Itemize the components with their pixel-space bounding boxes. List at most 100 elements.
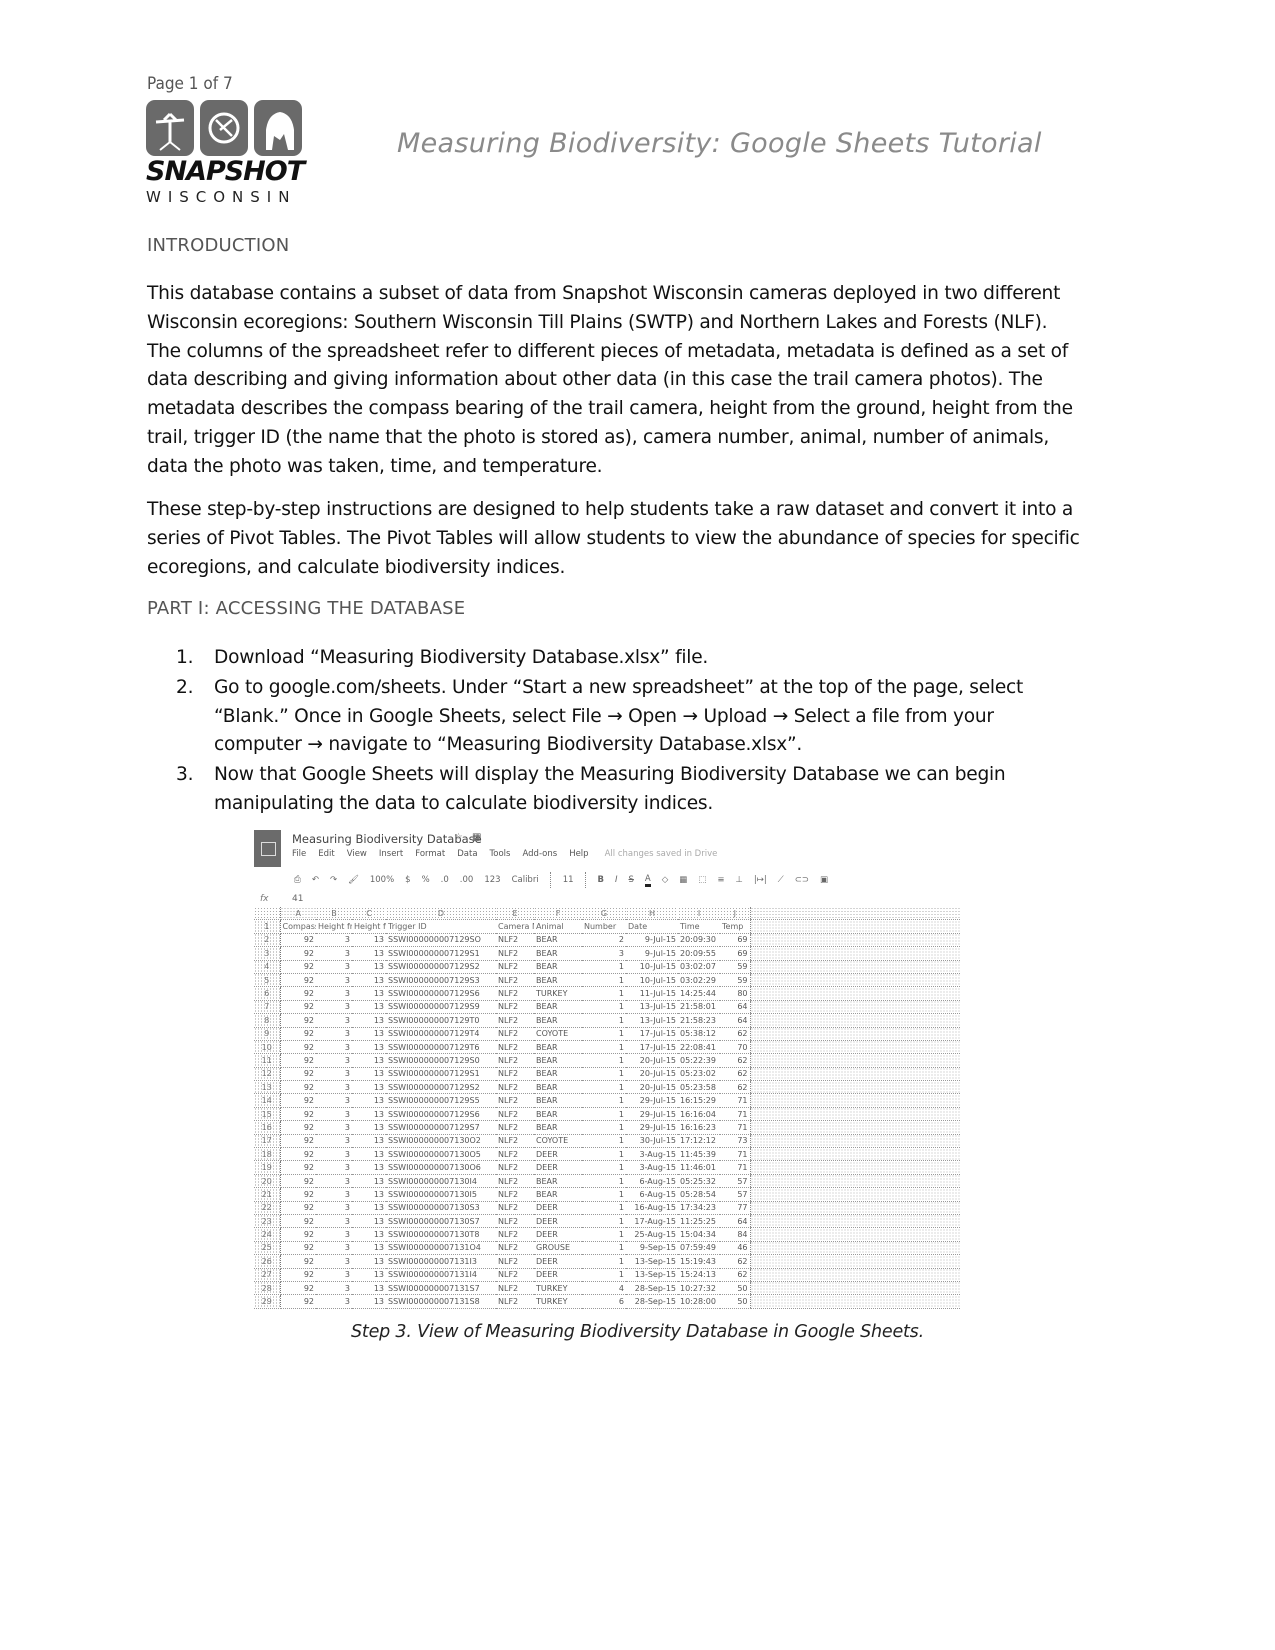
cell[interactable]: SSWI000000007129S7 — [386, 1120, 496, 1135]
cell[interactable]: 92 — [280, 1080, 316, 1095]
cell[interactable]: BEAR — [534, 1080, 582, 1095]
cell[interactable]: BEAR — [534, 1013, 582, 1028]
text-color-button[interactable]: A — [644, 874, 651, 887]
cell[interactable]: TURKEY — [534, 986, 582, 1001]
cell[interactable]: 1 — [582, 960, 626, 974]
cell[interactable]: BEAR — [534, 1093, 582, 1108]
cell[interactable]: 92 — [280, 1268, 316, 1282]
cell[interactable]: 03:02:07 — [678, 960, 720, 974]
cell[interactable]: 13 — [352, 986, 386, 1001]
cell[interactable]: 28-Sep-15 — [626, 1294, 678, 1309]
cell[interactable]: 1 — [582, 1053, 626, 1068]
cell[interactable]: 21:58:01 — [678, 1000, 720, 1015]
cell[interactable]: NLF2 — [496, 1093, 534, 1108]
cell[interactable]: NLF2 — [496, 1107, 534, 1122]
cell[interactable]: 1 — [582, 1254, 626, 1269]
row-number[interactable]: 2 — [254, 933, 281, 948]
cell[interactable]: 29-Jul-15 — [626, 1093, 678, 1108]
header-cell[interactable]: Trigger ID — [386, 919, 496, 934]
cell[interactable]: SSWI000000007129S2 — [386, 960, 496, 974]
cell[interactable]: 1 — [582, 1227, 626, 1242]
cell[interactable]: 13 — [352, 1080, 386, 1095]
cell[interactable]: 1 — [582, 986, 626, 1001]
column-letter[interactable]: J — [720, 907, 750, 921]
cell[interactable]: 15:24:13 — [678, 1268, 720, 1282]
row-number[interactable]: 16 — [254, 1120, 281, 1135]
row-number[interactable]: 26 — [254, 1254, 281, 1269]
cell[interactable]: 62 — [720, 1027, 750, 1041]
cell[interactable]: SSWI000000007129S0 — [386, 1053, 496, 1068]
cell[interactable]: 9-Jul-15 — [626, 946, 678, 961]
cell[interactable]: SSWI000000007130S7 — [386, 1214, 496, 1229]
more-formats-button[interactable]: 123 — [484, 875, 500, 885]
cell[interactable]: 1 — [582, 1107, 626, 1122]
cell[interactable]: 17:12:12 — [678, 1134, 720, 1149]
cell[interactable]: BEAR — [534, 960, 582, 974]
cell[interactable]: 29-Jul-15 — [626, 1120, 678, 1135]
cell[interactable]: 1 — [582, 1120, 626, 1135]
cell[interactable]: 20-Jul-15 — [626, 1067, 678, 1082]
cell[interactable]: 3 — [316, 1201, 352, 1215]
cell[interactable]: SSWI000000007130I4 — [386, 1174, 496, 1189]
cell[interactable]: 13 — [352, 1281, 386, 1296]
cell[interactable]: SSWI000000007131I3 — [386, 1254, 496, 1269]
row-number[interactable]: 28 — [254, 1281, 281, 1296]
cell[interactable]: 1 — [582, 1214, 626, 1229]
cell[interactable]: 3 — [316, 1268, 352, 1282]
cell[interactable]: SSWI000000007130T8 — [386, 1227, 496, 1242]
cell[interactable]: SSWI000000007130O5 — [386, 1147, 496, 1162]
cell[interactable]: 1 — [582, 1201, 626, 1215]
cell[interactable]: 13 — [352, 1160, 386, 1175]
row-number[interactable]: 22 — [254, 1201, 281, 1215]
row-number[interactable]: 14 — [254, 1093, 281, 1108]
cell[interactable]: 13 — [352, 973, 386, 988]
cell[interactable]: 14:25:44 — [678, 986, 720, 1001]
cell[interactable]: 13 — [352, 1000, 386, 1015]
cell[interactable]: 15:04:34 — [678, 1227, 720, 1242]
cell[interactable]: SSWI000000007129S6 — [386, 1107, 496, 1122]
cell[interactable]: 3 — [316, 1214, 352, 1229]
redo-icon[interactable]: ↷ — [330, 875, 337, 885]
cell[interactable]: 64 — [720, 1214, 750, 1229]
cell[interactable]: NLF2 — [496, 1241, 534, 1256]
cell[interactable]: 3 — [316, 1227, 352, 1242]
cell[interactable]: 17-Aug-15 — [626, 1214, 678, 1229]
cell[interactable]: 1 — [582, 1080, 626, 1095]
cell[interactable]: DEER — [534, 1147, 582, 1162]
cell[interactable]: 13 — [352, 1254, 386, 1269]
cell[interactable]: SSWI000000007130O2 — [386, 1134, 496, 1149]
cell[interactable]: BEAR — [534, 1187, 582, 1202]
cell[interactable]: 1 — [582, 1134, 626, 1149]
cell[interactable]: NLF2 — [496, 1268, 534, 1282]
cell[interactable]: 13 — [352, 1201, 386, 1215]
cell[interactable]: 64 — [720, 1013, 750, 1028]
italic-button[interactable]: I — [615, 875, 618, 885]
cell[interactable]: 05:25:32 — [678, 1174, 720, 1189]
header-cell[interactable]: Temp — [720, 919, 750, 934]
row-number[interactable]: 10 — [254, 1040, 281, 1055]
cell[interactable]: 28-Sep-15 — [626, 1281, 678, 1296]
cell[interactable]: 13 — [352, 933, 386, 948]
cell[interactable]: 1 — [582, 1187, 626, 1202]
cell[interactable]: 73 — [720, 1134, 750, 1149]
cell[interactable]: 3 — [316, 1013, 352, 1028]
cell[interactable]: 92 — [280, 1067, 316, 1082]
cell[interactable]: 22:08:41 — [678, 1040, 720, 1055]
cell[interactable]: 3 — [316, 946, 352, 961]
cell[interactable]: 92 — [280, 1227, 316, 1242]
cell[interactable]: 92 — [280, 1107, 316, 1122]
cell[interactable]: 13 — [352, 1067, 386, 1082]
cell[interactable]: 10-Jul-15 — [626, 960, 678, 974]
cell[interactable]: 9-Sep-15 — [626, 1241, 678, 1256]
zoom-select[interactable]: 100% — [370, 875, 394, 885]
cell[interactable]: SSWI000000007129S5 — [386, 1093, 496, 1108]
menu-addons[interactable]: Add-ons — [522, 849, 557, 859]
cell[interactable]: 13 — [352, 1214, 386, 1229]
column-letter[interactable]: C — [352, 907, 386, 921]
cell[interactable]: COYOTE — [534, 1134, 582, 1149]
cell[interactable]: 29-Jul-15 — [626, 1107, 678, 1122]
cell[interactable]: 3 — [316, 1241, 352, 1256]
star-icon[interactable]: ☆ — [454, 832, 463, 843]
row-number[interactable]: 29 — [254, 1294, 281, 1309]
cell[interactable]: NLF2 — [496, 1134, 534, 1149]
